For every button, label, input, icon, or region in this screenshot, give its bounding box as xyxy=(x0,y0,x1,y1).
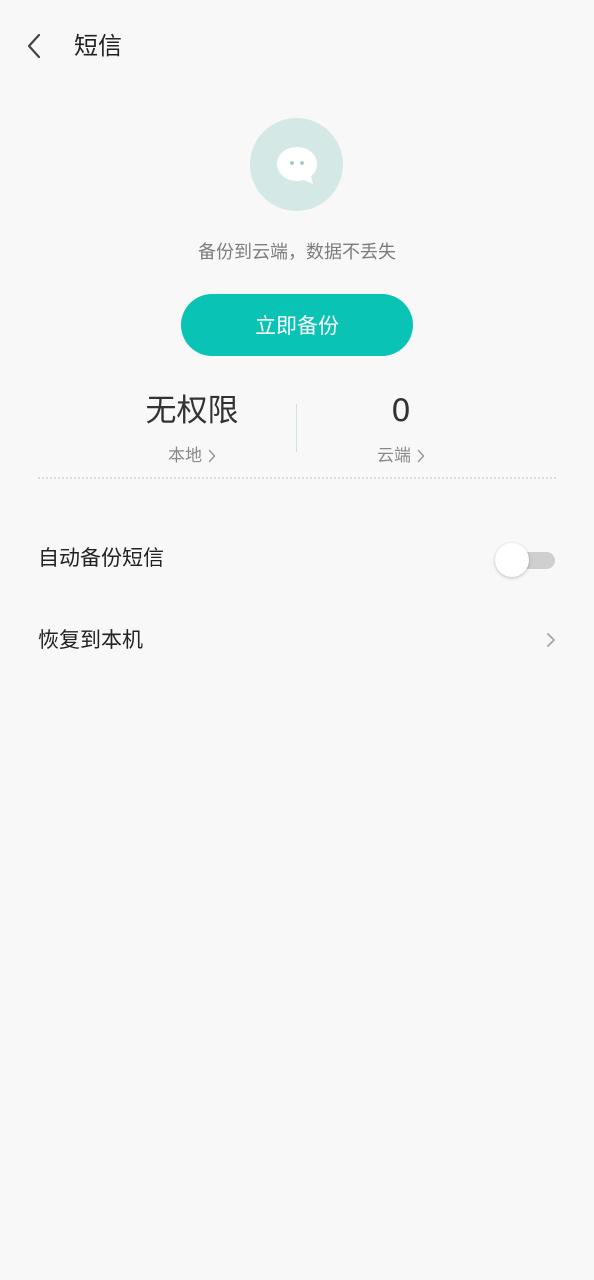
cloud-label: 云端 xyxy=(377,446,411,466)
restore-to-device-row[interactable]: 恢复到本机 xyxy=(0,605,594,675)
restore-label: 恢复到本机 xyxy=(38,628,143,652)
cloud-stat: 0 云端 xyxy=(301,388,501,468)
backup-now-button[interactable]: 立即备份 xyxy=(181,294,413,356)
chevron-right-icon xyxy=(417,449,425,463)
backup-hint-text: 备份到云端，数据不丢失 xyxy=(198,242,396,263)
auto-backup-row: 自动备份短信 xyxy=(0,523,594,593)
local-label: 本地 xyxy=(168,446,202,466)
header: 短信 xyxy=(0,0,594,94)
local-count-value: 无权限 xyxy=(145,393,239,429)
auto-backup-label: 自动备份短信 xyxy=(38,546,164,570)
cloud-count-value: 0 xyxy=(391,393,411,429)
local-link[interactable]: 本地 xyxy=(168,444,216,468)
toggle-knob xyxy=(495,543,529,577)
page-title: 短信 xyxy=(74,32,122,60)
message-bubble-icon xyxy=(276,146,317,184)
stats-divider xyxy=(296,404,297,452)
message-icon-circle xyxy=(250,118,343,211)
back-button[interactable] xyxy=(18,28,50,64)
section-divider xyxy=(38,477,556,479)
chevron-right-icon xyxy=(208,449,216,463)
chevron-left-icon xyxy=(27,33,41,59)
cloud-link[interactable]: 云端 xyxy=(377,444,425,468)
local-stat: 无权限 本地 xyxy=(92,388,292,468)
chevron-right-icon xyxy=(547,633,555,647)
auto-backup-toggle[interactable] xyxy=(495,543,557,579)
